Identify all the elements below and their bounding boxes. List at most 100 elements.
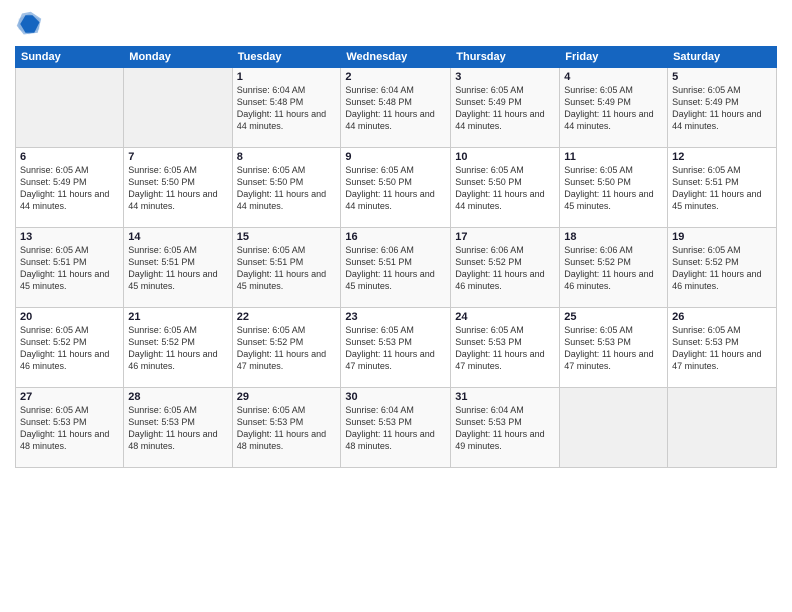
day-info: Sunrise: 6:04 AM Sunset: 5:48 PM Dayligh… bbox=[345, 84, 446, 133]
day-info: Sunrise: 6:05 AM Sunset: 5:49 PM Dayligh… bbox=[564, 84, 663, 133]
calendar-cell bbox=[124, 68, 232, 148]
day-info: Sunrise: 6:05 AM Sunset: 5:50 PM Dayligh… bbox=[128, 164, 227, 213]
weekday-header-friday: Friday bbox=[560, 47, 668, 68]
day-number: 10 bbox=[455, 151, 555, 163]
day-number: 28 bbox=[128, 391, 227, 403]
day-info: Sunrise: 6:05 AM Sunset: 5:49 PM Dayligh… bbox=[672, 84, 772, 133]
calendar-cell: 24Sunrise: 6:05 AM Sunset: 5:53 PM Dayli… bbox=[451, 308, 560, 388]
day-number: 22 bbox=[237, 311, 337, 323]
day-info: Sunrise: 6:05 AM Sunset: 5:53 PM Dayligh… bbox=[20, 404, 119, 453]
day-number: 13 bbox=[20, 231, 119, 243]
calendar-cell: 16Sunrise: 6:06 AM Sunset: 5:51 PM Dayli… bbox=[341, 228, 451, 308]
day-number: 30 bbox=[345, 391, 446, 403]
calendar-cell: 4Sunrise: 6:05 AM Sunset: 5:49 PM Daylig… bbox=[560, 68, 668, 148]
day-info: Sunrise: 6:05 AM Sunset: 5:51 PM Dayligh… bbox=[20, 244, 119, 293]
day-number: 5 bbox=[672, 71, 772, 83]
calendar-cell: 9Sunrise: 6:05 AM Sunset: 5:50 PM Daylig… bbox=[341, 148, 451, 228]
day-number: 31 bbox=[455, 391, 555, 403]
calendar-cell: 15Sunrise: 6:05 AM Sunset: 5:51 PM Dayli… bbox=[232, 228, 341, 308]
day-number: 6 bbox=[20, 151, 119, 163]
day-info: Sunrise: 6:05 AM Sunset: 5:52 PM Dayligh… bbox=[672, 244, 772, 293]
day-info: Sunrise: 6:05 AM Sunset: 5:52 PM Dayligh… bbox=[237, 324, 337, 373]
calendar-cell: 19Sunrise: 6:05 AM Sunset: 5:52 PM Dayli… bbox=[668, 228, 777, 308]
weekday-header-thursday: Thursday bbox=[451, 47, 560, 68]
day-number: 9 bbox=[345, 151, 446, 163]
page: SundayMondayTuesdayWednesdayThursdayFrid… bbox=[0, 0, 792, 612]
day-number: 26 bbox=[672, 311, 772, 323]
day-info: Sunrise: 6:05 AM Sunset: 5:50 PM Dayligh… bbox=[237, 164, 337, 213]
day-number: 14 bbox=[128, 231, 227, 243]
calendar-cell: 22Sunrise: 6:05 AM Sunset: 5:52 PM Dayli… bbox=[232, 308, 341, 388]
calendar-cell: 11Sunrise: 6:05 AM Sunset: 5:50 PM Dayli… bbox=[560, 148, 668, 228]
day-number: 17 bbox=[455, 231, 555, 243]
day-info: Sunrise: 6:05 AM Sunset: 5:53 PM Dayligh… bbox=[564, 324, 663, 373]
weekday-header-monday: Monday bbox=[124, 47, 232, 68]
header bbox=[15, 10, 777, 38]
calendar-cell: 13Sunrise: 6:05 AM Sunset: 5:51 PM Dayli… bbox=[16, 228, 124, 308]
day-info: Sunrise: 6:05 AM Sunset: 5:50 PM Dayligh… bbox=[564, 164, 663, 213]
calendar-cell: 12Sunrise: 6:05 AM Sunset: 5:51 PM Dayli… bbox=[668, 148, 777, 228]
calendar-cell: 31Sunrise: 6:04 AM Sunset: 5:53 PM Dayli… bbox=[451, 388, 560, 468]
calendar-cell: 21Sunrise: 6:05 AM Sunset: 5:52 PM Dayli… bbox=[124, 308, 232, 388]
calendar-cell bbox=[560, 388, 668, 468]
calendar-cell: 29Sunrise: 6:05 AM Sunset: 5:53 PM Dayli… bbox=[232, 388, 341, 468]
logo-icon bbox=[15, 10, 43, 38]
day-info: Sunrise: 6:04 AM Sunset: 5:53 PM Dayligh… bbox=[455, 404, 555, 453]
calendar-cell bbox=[16, 68, 124, 148]
day-info: Sunrise: 6:05 AM Sunset: 5:49 PM Dayligh… bbox=[455, 84, 555, 133]
calendar-cell: 23Sunrise: 6:05 AM Sunset: 5:53 PM Dayli… bbox=[341, 308, 451, 388]
logo bbox=[15, 10, 47, 38]
calendar-cell: 14Sunrise: 6:05 AM Sunset: 5:51 PM Dayli… bbox=[124, 228, 232, 308]
day-number: 7 bbox=[128, 151, 227, 163]
day-info: Sunrise: 6:06 AM Sunset: 5:52 PM Dayligh… bbox=[564, 244, 663, 293]
day-number: 29 bbox=[237, 391, 337, 403]
calendar-cell: 3Sunrise: 6:05 AM Sunset: 5:49 PM Daylig… bbox=[451, 68, 560, 148]
day-number: 3 bbox=[455, 71, 555, 83]
calendar-cell: 6Sunrise: 6:05 AM Sunset: 5:49 PM Daylig… bbox=[16, 148, 124, 228]
calendar-week-3: 13Sunrise: 6:05 AM Sunset: 5:51 PM Dayli… bbox=[16, 228, 777, 308]
day-info: Sunrise: 6:05 AM Sunset: 5:53 PM Dayligh… bbox=[237, 404, 337, 453]
calendar-cell: 10Sunrise: 6:05 AM Sunset: 5:50 PM Dayli… bbox=[451, 148, 560, 228]
calendar-cell: 26Sunrise: 6:05 AM Sunset: 5:53 PM Dayli… bbox=[668, 308, 777, 388]
day-number: 18 bbox=[564, 231, 663, 243]
day-number: 8 bbox=[237, 151, 337, 163]
day-info: Sunrise: 6:06 AM Sunset: 5:52 PM Dayligh… bbox=[455, 244, 555, 293]
calendar-cell: 5Sunrise: 6:05 AM Sunset: 5:49 PM Daylig… bbox=[668, 68, 777, 148]
calendar: SundayMondayTuesdayWednesdayThursdayFrid… bbox=[15, 46, 777, 468]
day-number: 12 bbox=[672, 151, 772, 163]
day-number: 15 bbox=[237, 231, 337, 243]
day-number: 16 bbox=[345, 231, 446, 243]
day-info: Sunrise: 6:05 AM Sunset: 5:53 PM Dayligh… bbox=[128, 404, 227, 453]
day-number: 20 bbox=[20, 311, 119, 323]
calendar-cell bbox=[668, 388, 777, 468]
day-info: Sunrise: 6:05 AM Sunset: 5:52 PM Dayligh… bbox=[20, 324, 119, 373]
day-info: Sunrise: 6:04 AM Sunset: 5:48 PM Dayligh… bbox=[237, 84, 337, 133]
day-info: Sunrise: 6:05 AM Sunset: 5:53 PM Dayligh… bbox=[455, 324, 555, 373]
day-info: Sunrise: 6:05 AM Sunset: 5:52 PM Dayligh… bbox=[128, 324, 227, 373]
calendar-week-5: 27Sunrise: 6:05 AM Sunset: 5:53 PM Dayli… bbox=[16, 388, 777, 468]
calendar-cell: 30Sunrise: 6:04 AM Sunset: 5:53 PM Dayli… bbox=[341, 388, 451, 468]
calendar-cell: 17Sunrise: 6:06 AM Sunset: 5:52 PM Dayli… bbox=[451, 228, 560, 308]
day-number: 11 bbox=[564, 151, 663, 163]
day-info: Sunrise: 6:05 AM Sunset: 5:50 PM Dayligh… bbox=[455, 164, 555, 213]
calendar-week-2: 6Sunrise: 6:05 AM Sunset: 5:49 PM Daylig… bbox=[16, 148, 777, 228]
calendar-cell: 28Sunrise: 6:05 AM Sunset: 5:53 PM Dayli… bbox=[124, 388, 232, 468]
calendar-cell: 18Sunrise: 6:06 AM Sunset: 5:52 PM Dayli… bbox=[560, 228, 668, 308]
day-number: 23 bbox=[345, 311, 446, 323]
day-number: 1 bbox=[237, 71, 337, 83]
day-info: Sunrise: 6:06 AM Sunset: 5:51 PM Dayligh… bbox=[345, 244, 446, 293]
calendar-cell: 25Sunrise: 6:05 AM Sunset: 5:53 PM Dayli… bbox=[560, 308, 668, 388]
calendar-cell: 8Sunrise: 6:05 AM Sunset: 5:50 PM Daylig… bbox=[232, 148, 341, 228]
day-number: 24 bbox=[455, 311, 555, 323]
calendar-cell: 2Sunrise: 6:04 AM Sunset: 5:48 PM Daylig… bbox=[341, 68, 451, 148]
weekday-header-tuesday: Tuesday bbox=[232, 47, 341, 68]
calendar-cell: 20Sunrise: 6:05 AM Sunset: 5:52 PM Dayli… bbox=[16, 308, 124, 388]
weekday-header-sunday: Sunday bbox=[16, 47, 124, 68]
day-number: 2 bbox=[345, 71, 446, 83]
calendar-week-1: 1Sunrise: 6:04 AM Sunset: 5:48 PM Daylig… bbox=[16, 68, 777, 148]
calendar-header-row: SundayMondayTuesdayWednesdayThursdayFrid… bbox=[16, 47, 777, 68]
day-info: Sunrise: 6:05 AM Sunset: 5:53 PM Dayligh… bbox=[345, 324, 446, 373]
day-info: Sunrise: 6:05 AM Sunset: 5:53 PM Dayligh… bbox=[672, 324, 772, 373]
calendar-week-4: 20Sunrise: 6:05 AM Sunset: 5:52 PM Dayli… bbox=[16, 308, 777, 388]
day-info: Sunrise: 6:04 AM Sunset: 5:53 PM Dayligh… bbox=[345, 404, 446, 453]
